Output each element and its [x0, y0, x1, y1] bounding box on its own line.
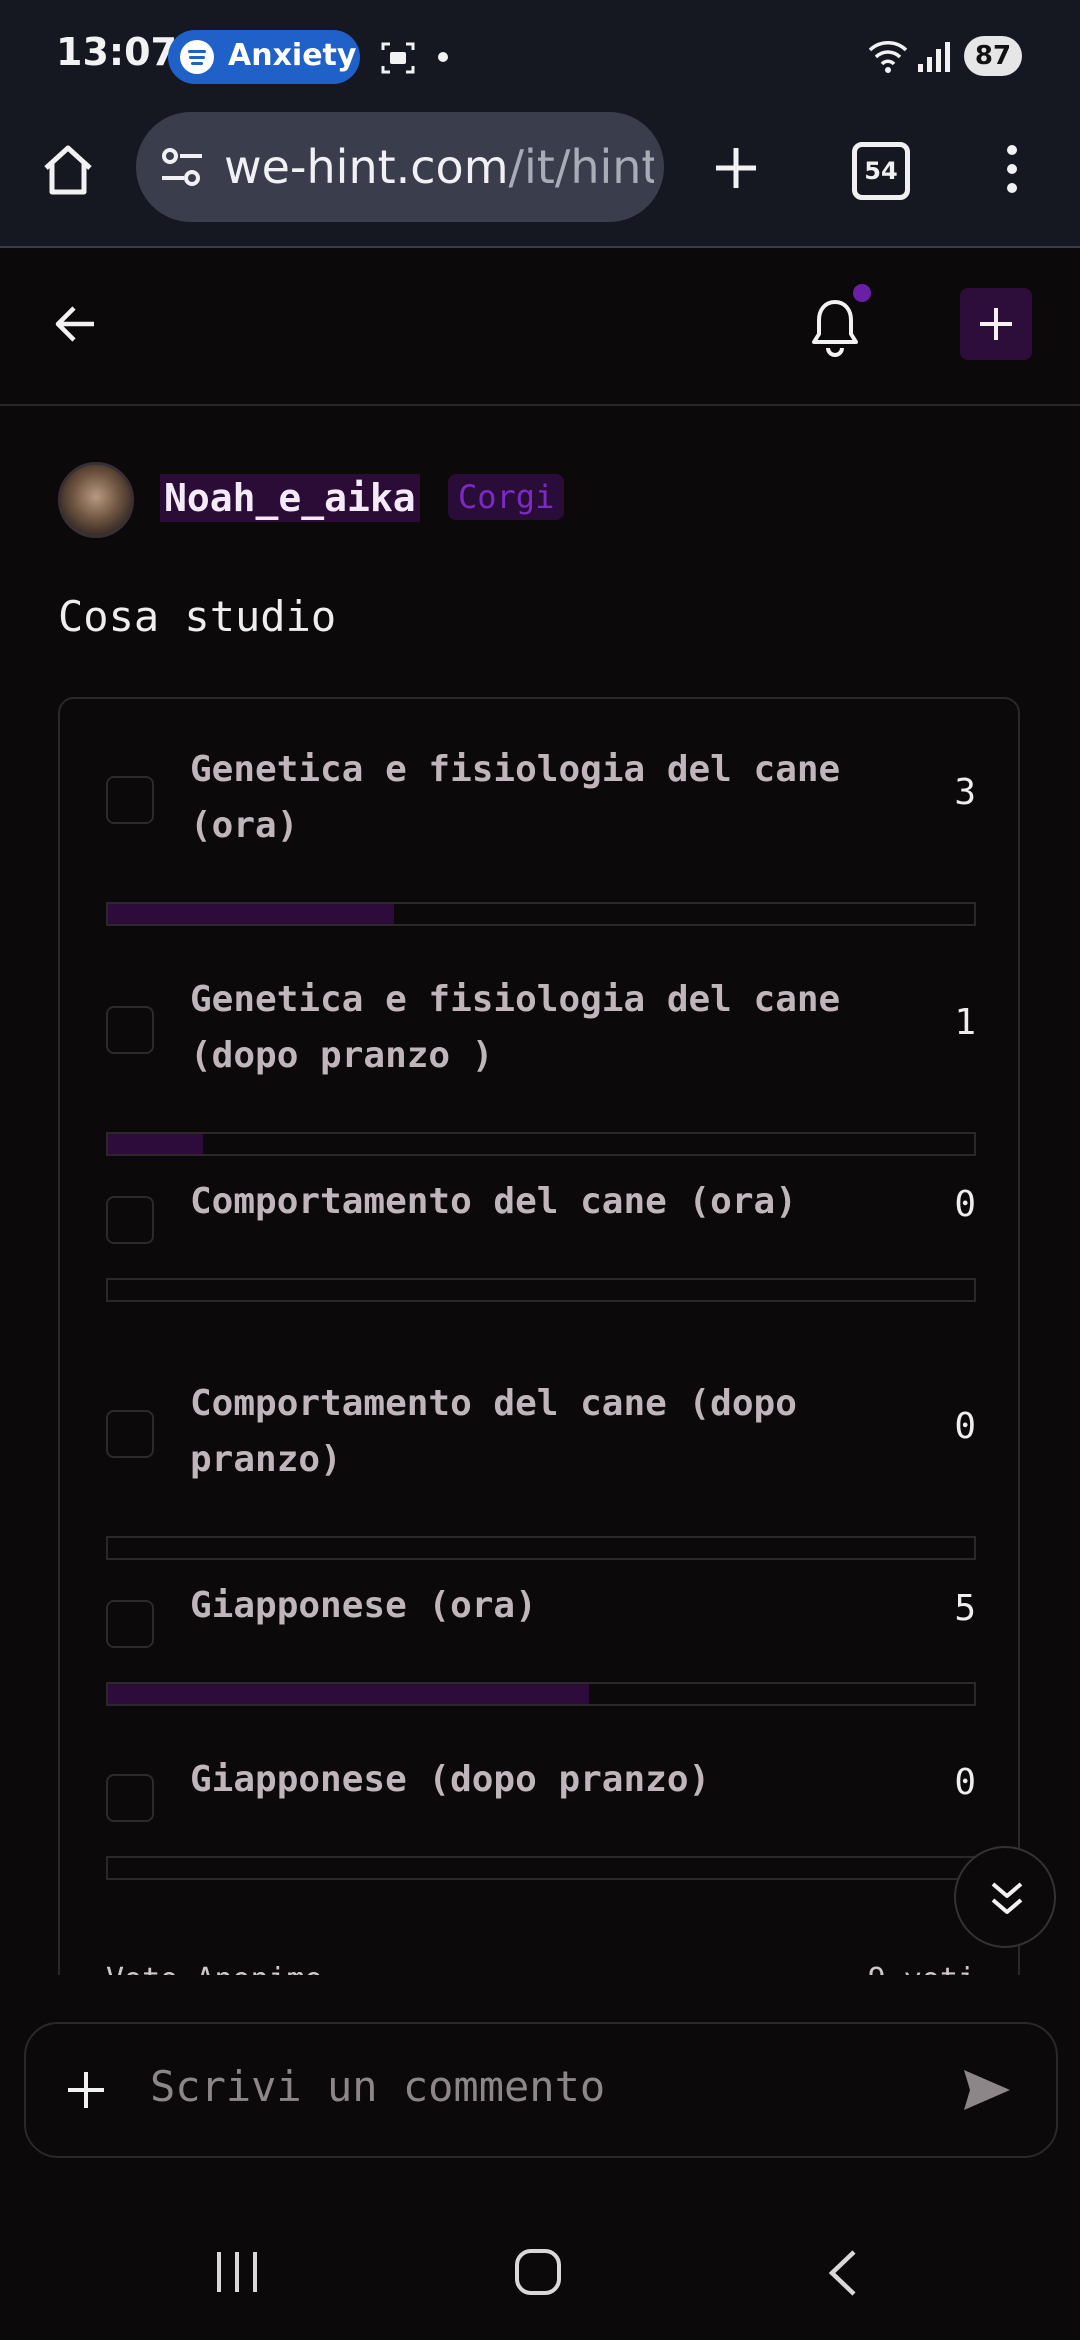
option-progress-bar: [106, 1536, 976, 1560]
notification-dot-icon: [438, 52, 448, 62]
more-menu-icon[interactable]: [1000, 142, 1024, 196]
option-vote-count: 0: [954, 1406, 976, 1447]
comment-placeholder: Scrivi un commento: [150, 2062, 606, 2111]
group-badge[interactable]: Corgi: [448, 474, 565, 520]
poll-question: Cosa studio: [58, 592, 337, 641]
option-progress-bar: [106, 1682, 976, 1706]
option-label-line-1: Genetica e fisiologia del cane: [190, 749, 841, 790]
bell-icon[interactable]: [810, 296, 860, 358]
option-checkbox[interactable]: [106, 1410, 154, 1458]
avatar[interactable]: [58, 462, 134, 538]
battery-indicator: 87: [964, 36, 1022, 76]
status-time: 13:07: [56, 30, 177, 74]
option-checkbox[interactable]: [106, 1774, 154, 1822]
option-label-line-1: Comportamento del cane (ora): [190, 1181, 797, 1222]
option-checkbox[interactable]: [106, 1196, 154, 1244]
site-settings-icon[interactable]: [158, 144, 206, 190]
app-header: [0, 248, 1080, 406]
option-vote-count: 5: [954, 1588, 976, 1629]
option-label-line-1: Comportamento del cane (dopo: [190, 1383, 797, 1424]
double-chevron-down-icon: [991, 1882, 1023, 1914]
option-progress-bar: [106, 1856, 976, 1880]
option-label: Genetica e fisiologia del cane (ora): [190, 742, 910, 854]
new-tab-icon[interactable]: [712, 144, 760, 192]
tab-switcher-button[interactable]: 54: [852, 142, 910, 200]
option-label: Genetica e fisiologia del cane (dopo pran…: [190, 972, 910, 1084]
option-label-line-1: Giapponese (ora): [190, 1585, 537, 1626]
plus-icon: [980, 308, 1012, 340]
scroll-down-button[interactable]: [954, 1846, 1056, 1948]
option-label: Giapponese (dopo pranzo): [190, 1752, 910, 1808]
add-attachment-icon[interactable]: [66, 2070, 106, 2110]
option-vote-count: 3: [954, 772, 976, 813]
option-vote-count: 0: [954, 1184, 976, 1225]
option-progress-fill: [108, 904, 394, 924]
option-vote-count: 1: [954, 1002, 976, 1043]
option-progress-bar: [106, 902, 976, 926]
username[interactable]: Noah_e_aika: [160, 474, 420, 522]
option-progress-fill: [108, 1684, 589, 1704]
back-arrow-icon[interactable]: [54, 304, 98, 344]
option-checkbox[interactable]: [106, 1006, 154, 1054]
signal-icon: [918, 42, 950, 72]
option-label: Comportamento del cane (dopo pranzo): [190, 1376, 910, 1488]
back-nav-icon[interactable]: [826, 2248, 858, 2298]
url-text: we-hint.com/it/hint/8: [224, 140, 654, 194]
option-checkbox[interactable]: [106, 1600, 154, 1648]
media-title: Anxiety: [228, 38, 357, 73]
create-post-button[interactable]: [960, 288, 1032, 360]
option-label: Giapponese (ora): [190, 1578, 910, 1634]
url-bar[interactable]: we-hint.com/it/hint/8: [136, 112, 664, 222]
option-progress-bar: [106, 1278, 976, 1302]
wifi-icon: [868, 41, 908, 73]
option-label-line-1: Genetica e fisiologia del cane: [190, 979, 841, 1020]
option-checkbox[interactable]: [106, 776, 154, 824]
home-nav-icon[interactable]: [514, 2248, 562, 2296]
option-label-line-2: (ora): [190, 805, 299, 846]
media-chip[interactable]: Anxiety: [168, 30, 360, 84]
home-icon[interactable]: [40, 142, 96, 196]
option-label-line-2: pranzo): [190, 1439, 342, 1480]
option-label: Comportamento del cane (ora): [190, 1174, 910, 1230]
unread-indicator: [853, 284, 871, 302]
send-icon[interactable]: [962, 2068, 1012, 2112]
option-label-line-2: (dopo pranzo ): [190, 1035, 494, 1076]
screenshot-icon: [381, 42, 415, 74]
option-progress-fill: [108, 1134, 204, 1154]
recent-apps-icon[interactable]: [214, 2250, 260, 2294]
option-vote-count: 0: [954, 1762, 976, 1803]
spotify-icon: [180, 40, 214, 74]
option-progress-bar: [106, 1132, 976, 1156]
option-label-line-1: Giapponese (dopo pranzo): [190, 1759, 711, 1800]
